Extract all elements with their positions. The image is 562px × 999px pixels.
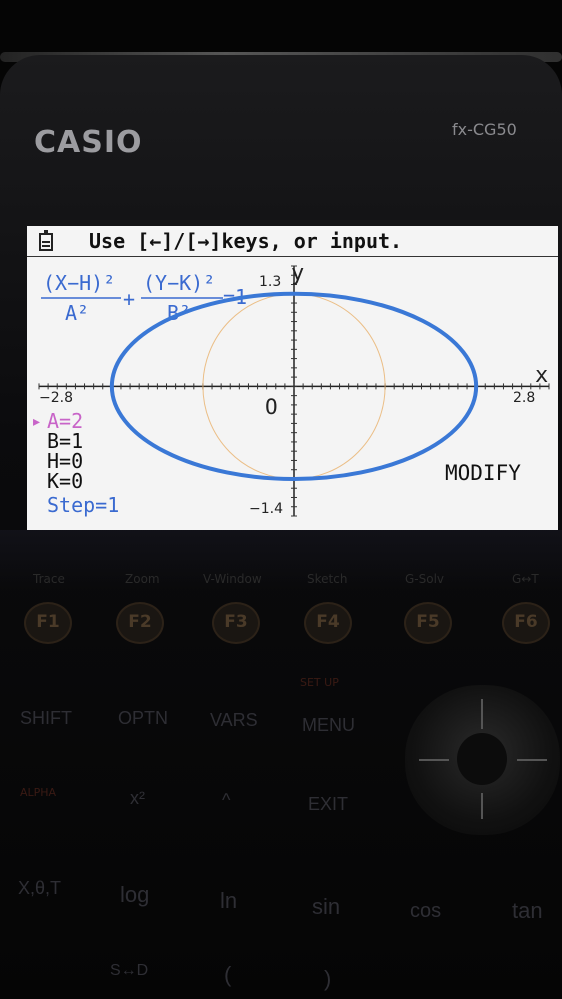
f1-label: F1 [36, 612, 60, 632]
f3-label: F3 [224, 612, 248, 632]
model-label: fx-CG50 [452, 120, 517, 139]
f4-label: F4 [316, 612, 340, 632]
origin-label: O [265, 395, 278, 419]
calculator-screen: Use [←]/[→]keys, or input. (X−H)² A² + (… [27, 226, 558, 530]
dpad-center [457, 733, 507, 785]
fkey-label-vwindow: V-Window [203, 572, 262, 586]
exit-key[interactable]: EXIT [308, 794, 348, 815]
f5-button[interactable]: F5 [404, 602, 452, 644]
selected-marker: ▸ [33, 414, 40, 430]
plus-sign: + [123, 287, 135, 311]
menu-key[interactable]: MENU [302, 715, 355, 736]
modify-label[interactable]: MODIFY [445, 461, 521, 485]
y-max-label: 1.3 [259, 274, 281, 290]
alpha-key[interactable]: ALPHA [20, 786, 56, 799]
fkey-label-zoom: Zoom [125, 572, 160, 586]
numerator-1: (X−H)² [43, 271, 115, 295]
x-min-label: −2.8 [39, 390, 73, 406]
tan-key[interactable]: tan [512, 898, 543, 924]
f5-label: F5 [416, 612, 440, 632]
fkey-label-sketch: Sketch [307, 572, 348, 586]
denominator-1: A² [65, 301, 89, 325]
graph-area: (X−H)² A² + (Y−K)² B² =1 −2.8 2.8 1.3 −1… [33, 261, 550, 517]
dpad-left-mark [419, 759, 449, 761]
ln-key[interactable]: ln [220, 888, 237, 914]
f4-button[interactable]: F4 [304, 602, 352, 644]
fkey-label-trace: Trace [33, 572, 65, 586]
screen-reflection [0, 530, 562, 590]
param-k[interactable]: K=0 [47, 469, 83, 493]
s-d-key[interactable]: S↔D [110, 962, 148, 980]
x-theta-t-key[interactable]: X,θ,T [18, 878, 61, 899]
dpad-right-mark [517, 759, 547, 761]
step-value[interactable]: Step=1 [47, 493, 119, 517]
f6-button[interactable]: F6 [502, 602, 550, 644]
f1-button[interactable]: F1 [24, 602, 72, 644]
cos-key[interactable]: cos [410, 900, 441, 923]
vars-key[interactable]: VARS [210, 710, 258, 731]
caret-key[interactable]: ^ [222, 790, 230, 811]
f3-button[interactable]: F3 [212, 602, 260, 644]
fkey-label-gsolv: G-Solv [405, 572, 445, 586]
setup-sub-label: SET UP [300, 676, 339, 689]
log-key[interactable]: log [120, 882, 149, 908]
f6-label: F6 [514, 612, 538, 632]
optn-key[interactable]: OPTN [118, 708, 168, 729]
fkey-label-gt: G↔T [512, 572, 539, 586]
dpad-up-mark [481, 699, 483, 729]
x-max-label: 2.8 [513, 390, 535, 406]
open-paren-key[interactable]: ( [224, 962, 231, 988]
brand-logo: CASIO [34, 125, 143, 160]
x-axis-label: x [535, 363, 548, 388]
sin-key[interactable]: sin [312, 894, 340, 920]
y-min-label: −1.4 [249, 501, 283, 517]
dpad-down-mark [481, 793, 483, 819]
shift-key[interactable]: SHIFT [20, 708, 72, 729]
directional-pad[interactable] [405, 685, 560, 835]
close-paren-key[interactable]: ) [324, 966, 331, 992]
square-key[interactable]: x² [130, 788, 145, 809]
f2-label: F2 [128, 612, 152, 632]
y-axis-label: y [291, 261, 304, 286]
f2-button[interactable]: F2 [116, 602, 164, 644]
numerator-2: (Y−K)² [143, 271, 215, 295]
